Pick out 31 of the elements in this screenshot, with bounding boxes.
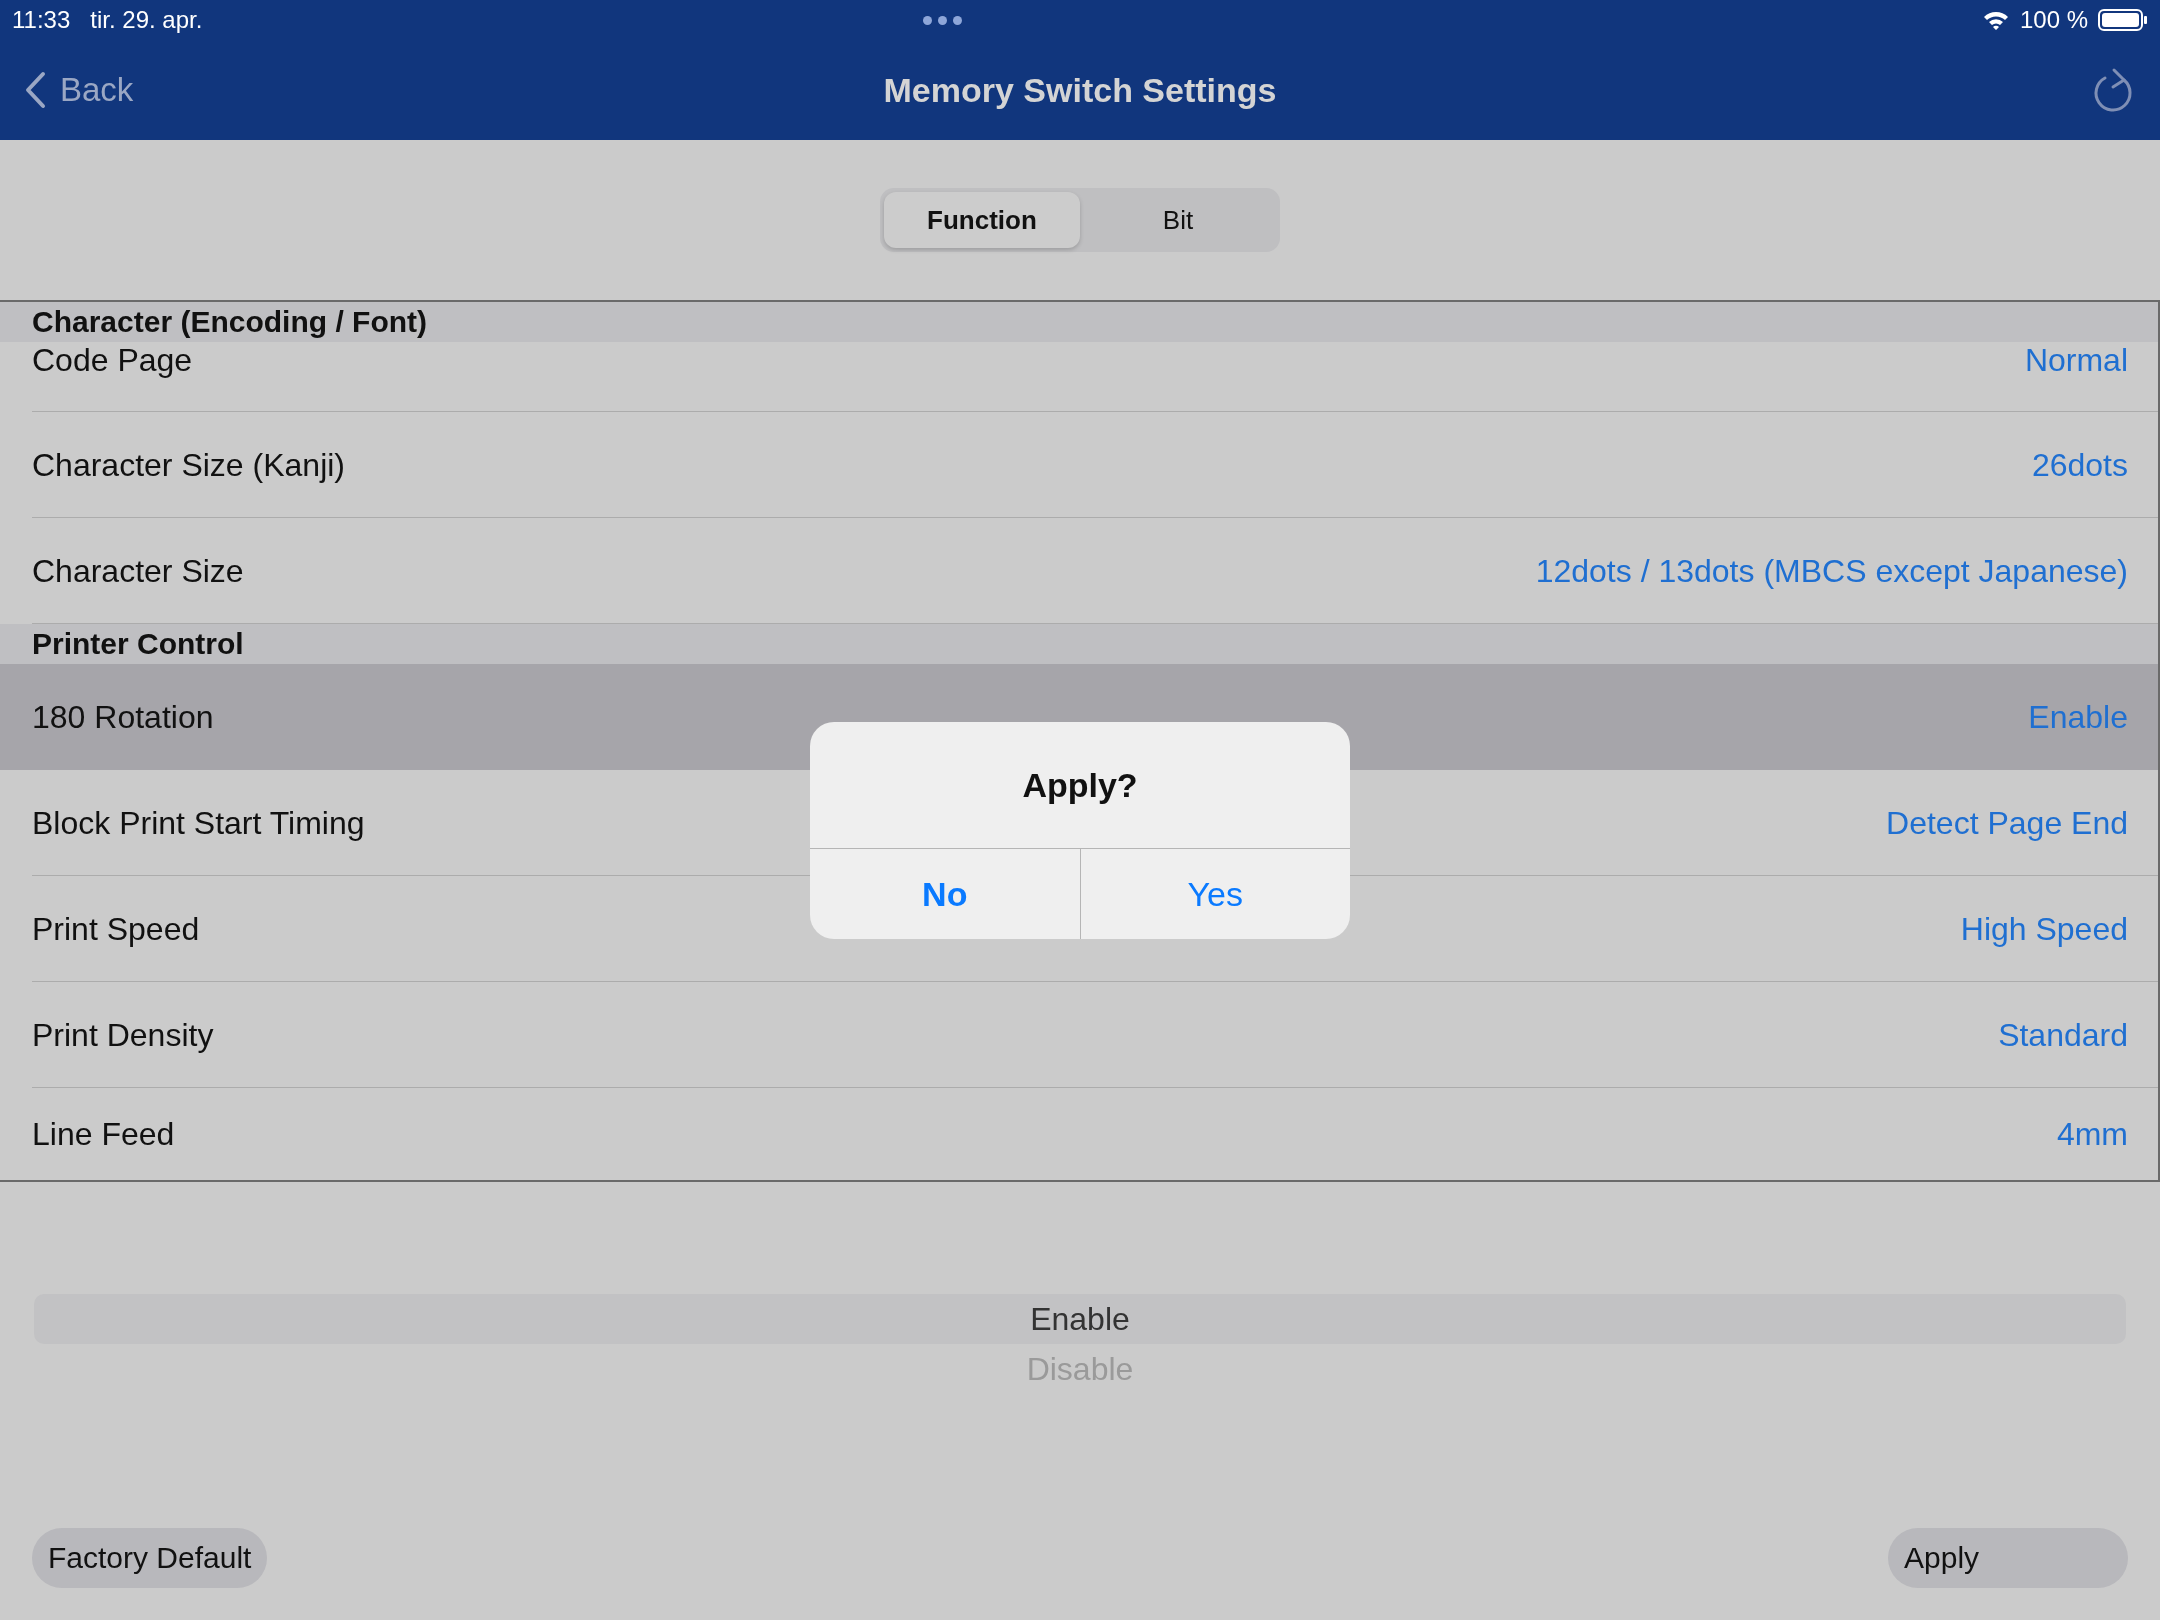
setting-label: Character Size bbox=[32, 552, 245, 590]
setting-value: Detect Page End bbox=[1886, 804, 2128, 842]
status-time: 11:33 bbox=[12, 6, 71, 34]
segment-tab[interactable]: Function bbox=[884, 192, 1080, 248]
segment-tab[interactable]: Bit bbox=[1080, 192, 1276, 248]
apply-button[interactable]: Apply bbox=[1888, 1528, 2128, 1588]
section-title: Character (Encoding / Font) bbox=[32, 305, 427, 339]
chevron-left-icon bbox=[24, 71, 46, 109]
setting-value: Standard bbox=[1998, 1016, 2128, 1054]
setting-value: Normal bbox=[2024, 342, 2128, 379]
battery-percent: 100 % bbox=[2019, 6, 2088, 34]
section-title: Printer Control bbox=[32, 627, 244, 661]
setting-label: Block Print Start Timing bbox=[32, 804, 366, 842]
factory-default-button[interactable]: Factory Default bbox=[32, 1528, 268, 1588]
setting-label: Line Feed bbox=[32, 1115, 176, 1153]
back-button[interactable]: Back bbox=[24, 71, 134, 109]
picker-option[interactable]: Enable bbox=[1030, 1300, 1130, 1338]
setting-value: 4mm bbox=[2056, 1115, 2128, 1153]
screen-title: Memory Switch Settings bbox=[883, 70, 1277, 110]
more-icon[interactable] bbox=[922, 15, 962, 25]
setting-label: Character Size (Kanji) bbox=[32, 446, 346, 484]
setting-value: 12dots / 13dots (MBCS except Japanese) bbox=[1535, 552, 2128, 590]
status-date: tir. 29. apr. bbox=[90, 6, 203, 34]
setting-label: Print Density bbox=[32, 1016, 215, 1054]
setting-label: 180 Rotation bbox=[32, 698, 215, 736]
setting-label: Code Page bbox=[32, 342, 194, 379]
setting-value: High Speed bbox=[1960, 910, 2128, 948]
setting-value: Enable bbox=[2028, 698, 2128, 736]
battery-icon bbox=[2098, 8, 2148, 32]
setting-label: Print Speed bbox=[32, 910, 201, 948]
setting-value: 26dots bbox=[2031, 446, 2128, 484]
